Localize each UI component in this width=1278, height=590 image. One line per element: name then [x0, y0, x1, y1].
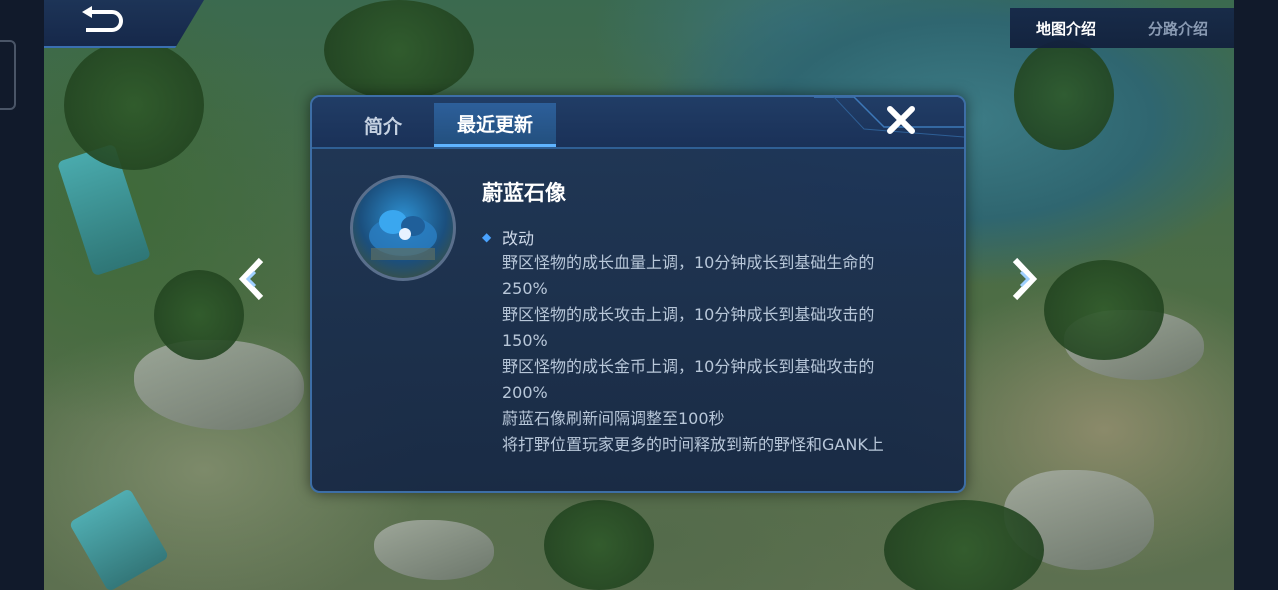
- map-info-tabs: 地图介绍 分路介绍: [1010, 8, 1234, 48]
- section-header: ◆ 改动: [482, 224, 952, 250]
- change-line: 150%: [502, 331, 548, 350]
- side-notch-frame: [0, 40, 16, 110]
- change-line: 将打野位置玩家更多的时间释放到新的野怪和GANK上: [502, 435, 884, 454]
- close-x-icon: [886, 105, 916, 139]
- tab-intro[interactable]: 简介: [328, 103, 438, 147]
- ruin-pillar: [68, 487, 170, 590]
- change-line: 蔚蓝石像刷新间隔调整至100秒: [502, 409, 725, 428]
- tree-bush: [544, 500, 654, 590]
- tab-lane-intro[interactable]: 分路介绍: [1122, 8, 1234, 48]
- change-line: 200%: [502, 383, 548, 402]
- right-screen-edge: [1234, 0, 1278, 590]
- rock: [374, 520, 494, 580]
- section-title: 改动: [502, 229, 535, 248]
- tab-recent-updates[interactable]: 最近更新: [434, 103, 556, 147]
- close-button[interactable]: [884, 105, 918, 139]
- tree-bush: [324, 0, 474, 100]
- back-arrow-icon: [80, 6, 126, 40]
- change-line: 野区怪物的成长血量上调，10分钟成长到基础生命的: [502, 253, 875, 272]
- prev-button[interactable]: [232, 256, 272, 306]
- dialog-header: 简介 最近更新: [312, 97, 964, 149]
- monster-info-dialog: 简介 最近更新 蔚蓝石像 ◆ 改动 野区怪物的成长血量上调，10分钟成长到基础生…: [310, 95, 966, 493]
- tree-bush: [1044, 260, 1164, 360]
- change-list: 野区怪物的成长血量上调，10分钟成长到基础生命的 250% 野区怪物的成长攻击上…: [482, 250, 952, 458]
- change-line: 250%: [502, 279, 548, 298]
- monster-name: 蔚蓝石像: [482, 181, 566, 205]
- chevron-right-icon: [1007, 256, 1041, 306]
- change-line: 野区怪物的成长金币上调，10分钟成长到基础攻击的: [502, 357, 875, 376]
- next-button[interactable]: [1004, 256, 1044, 306]
- tree-bush: [64, 40, 204, 170]
- tree-bush: [1014, 40, 1114, 150]
- tab-map-intro[interactable]: 地图介绍: [1010, 8, 1122, 48]
- update-content: ◆ 改动 野区怪物的成长血量上调，10分钟成长到基础生命的 250% 野区怪物的…: [482, 224, 952, 458]
- chevron-left-icon: [235, 256, 269, 306]
- tree-bush: [884, 500, 1044, 590]
- change-line: 野区怪物的成长攻击上调，10分钟成长到基础攻击的: [502, 305, 875, 324]
- left-screen-edge: [0, 0, 44, 590]
- monster-portrait: [350, 175, 456, 281]
- tree-bush: [154, 270, 244, 360]
- diamond-bullet-icon: ◆: [482, 230, 492, 244]
